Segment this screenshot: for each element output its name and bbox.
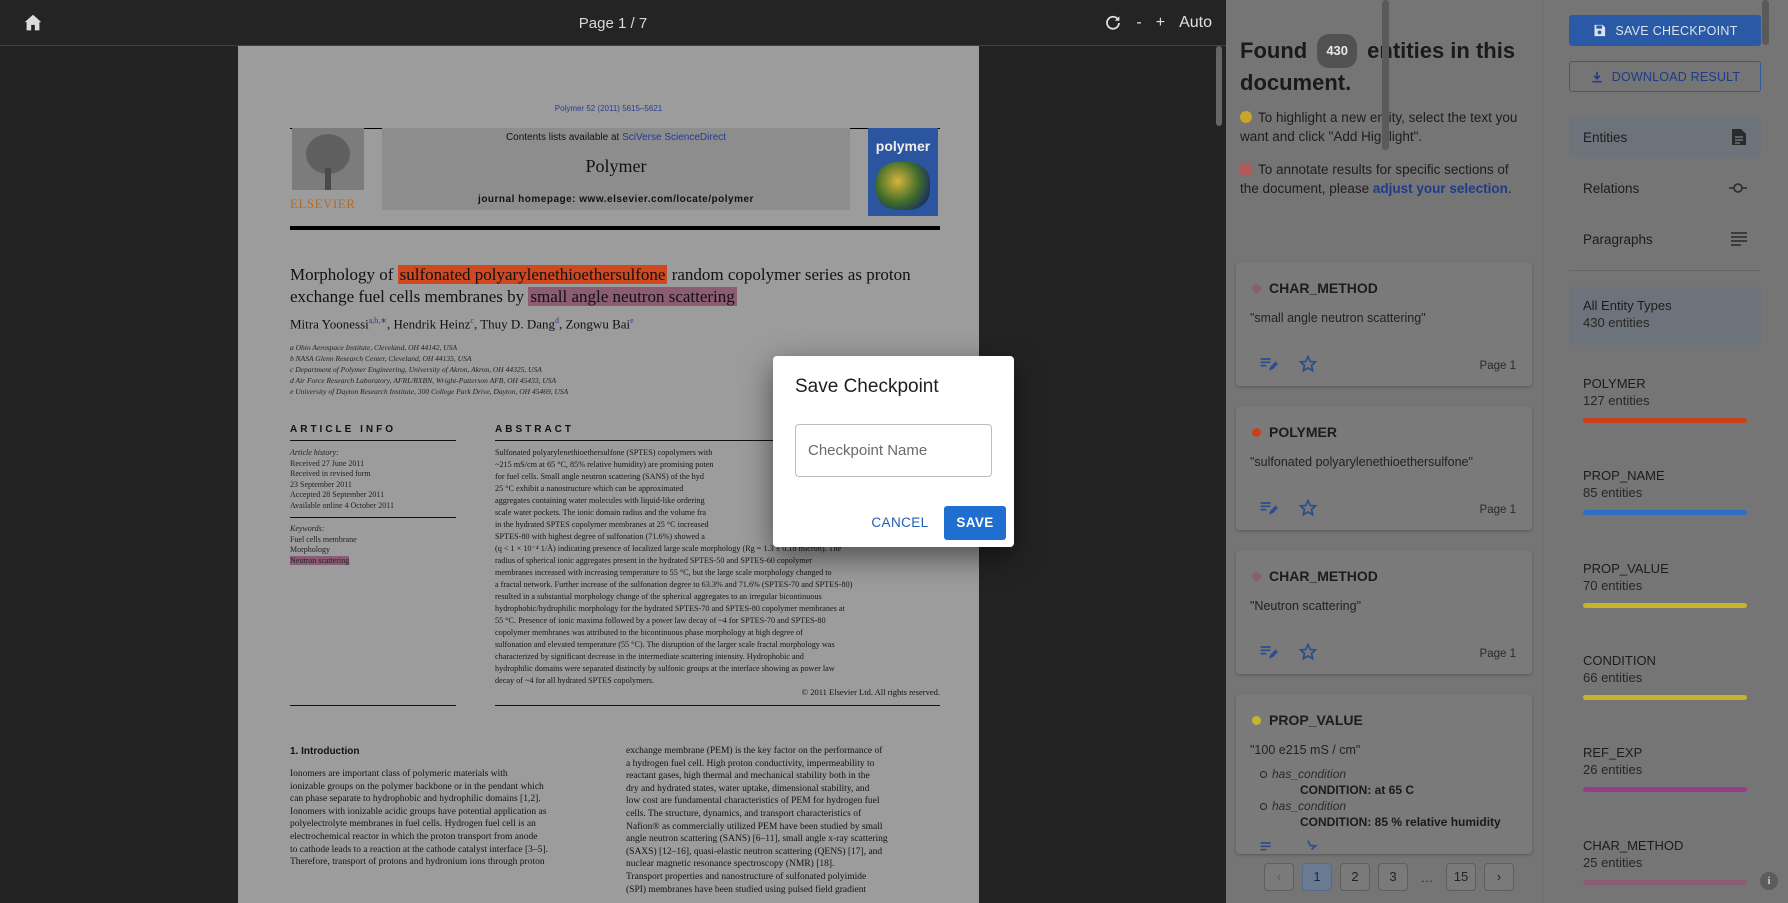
dialog-title: Save Checkpoint bbox=[795, 376, 939, 397]
save-checkpoint-dialog: Save Checkpoint CANCEL SAVE bbox=[773, 356, 1014, 547]
save-button[interactable]: SAVE bbox=[944, 506, 1006, 540]
checkpoint-name-input[interactable] bbox=[795, 424, 992, 477]
cancel-button[interactable]: CANCEL bbox=[869, 506, 931, 540]
